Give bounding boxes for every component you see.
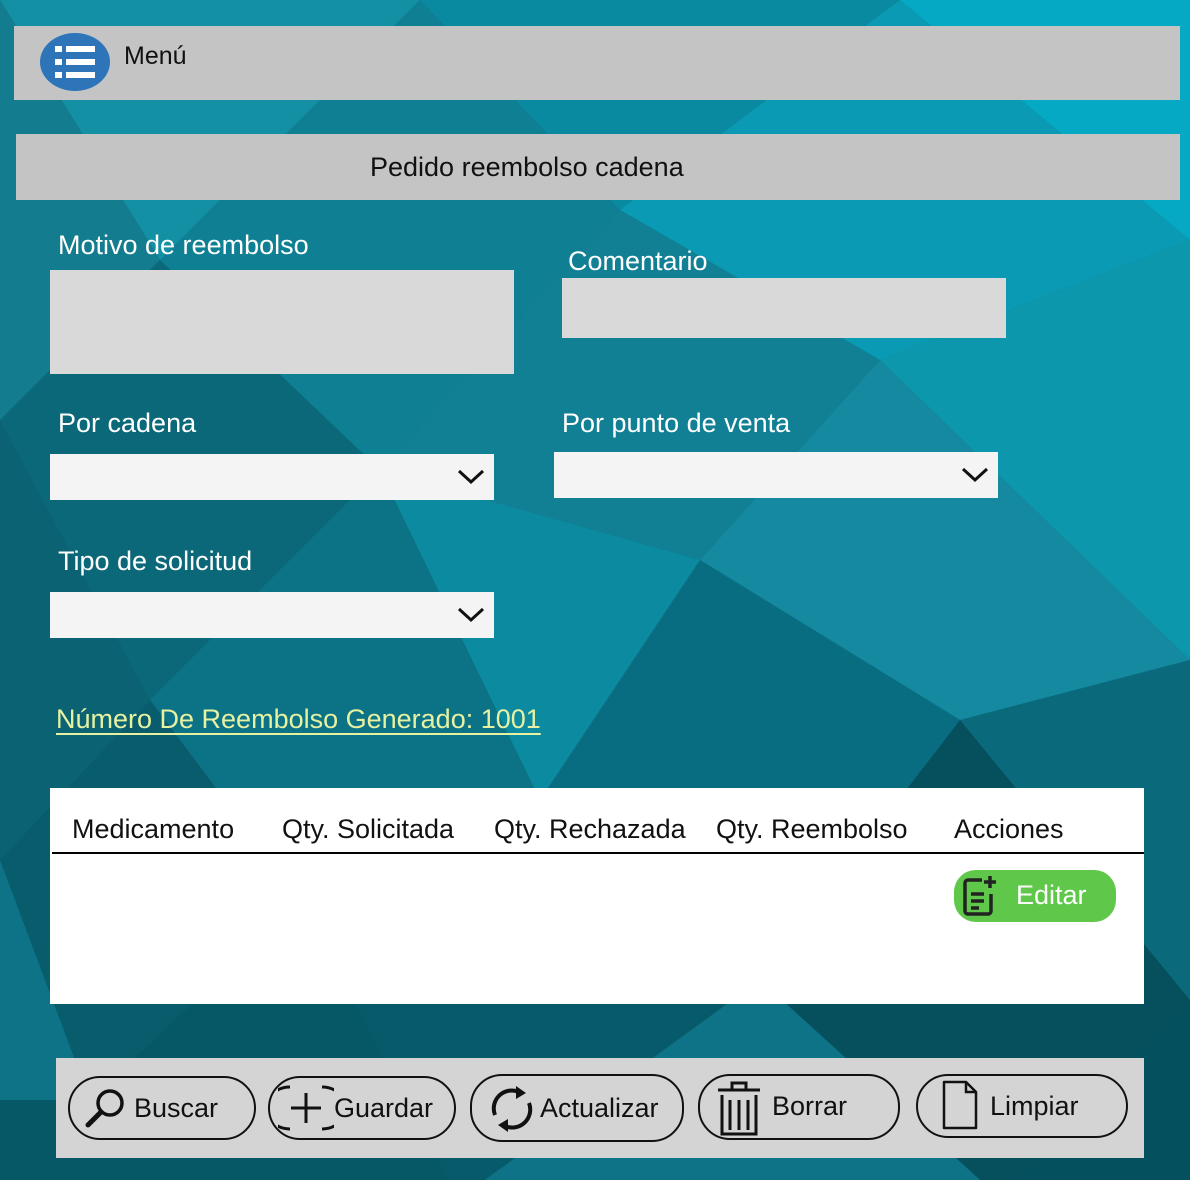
tipo-solicitud-label: Tipo de solicitud (58, 546, 253, 576)
guardar-button[interactable]: Guardar (268, 1076, 456, 1140)
reembolso-number-link[interactable]: Número De Reembolso Generado: 1001 (56, 704, 541, 735)
punto-venta-select[interactable] (554, 452, 998, 498)
column-header-medicamento: Medicamento (72, 814, 235, 844)
chevron-down-icon (457, 469, 485, 485)
bottom-strip (0, 1180, 1190, 1198)
top-bar (14, 26, 1180, 100)
limpiar-label: Limpiar (990, 1091, 1079, 1121)
tipo-solicitud-select[interactable] (50, 592, 494, 638)
comentario-label: Comentario (568, 246, 708, 276)
column-header-qty-solicitada: Qty. Solicitada (282, 814, 455, 844)
column-header-qty-reembolso: Qty. Reembolso (716, 814, 908, 844)
motivo-label: Motivo de reembolso (58, 230, 309, 260)
cadena-label: Por cadena (58, 408, 197, 438)
borrar-label: Borrar (772, 1091, 848, 1121)
cadena-select[interactable] (50, 454, 494, 500)
comentario-field[interactable] (562, 278, 1006, 338)
column-header-acciones: Acciones (954, 814, 1064, 844)
column-header-qty-rechazada: Qty. Rechazada (494, 814, 686, 844)
borrar-button[interactable]: Borrar (698, 1074, 900, 1140)
edit-button-label: Editar (1016, 880, 1087, 910)
edit-button[interactable]: Editar (954, 870, 1116, 922)
plus-circle-icon (278, 1085, 334, 1131)
chevron-down-icon (961, 467, 989, 483)
actualizar-button[interactable]: Actualizar (470, 1074, 684, 1142)
page-title: Pedido reembolso cadena (370, 152, 684, 182)
punto-venta-label: Por punto de venta (562, 408, 791, 438)
trash-icon (718, 1081, 760, 1136)
document-icon (942, 1080, 978, 1130)
menu-label[interactable]: Menú (124, 42, 187, 71)
refresh-icon (491, 1086, 533, 1132)
note-add-icon (963, 876, 996, 916)
chevron-down-icon (457, 607, 485, 623)
search-icon (85, 1089, 124, 1128)
menu-button[interactable] (40, 33, 110, 91)
motivo-field[interactable] (50, 270, 514, 374)
actualizar-label: Actualizar (540, 1093, 659, 1123)
limpiar-button[interactable]: Limpiar (916, 1074, 1128, 1138)
list-icon (55, 46, 95, 78)
buscar-label: Buscar (134, 1093, 219, 1123)
guardar-label: Guardar (334, 1093, 434, 1123)
buscar-button[interactable]: Buscar (68, 1076, 256, 1140)
table-header-divider (52, 852, 1144, 854)
